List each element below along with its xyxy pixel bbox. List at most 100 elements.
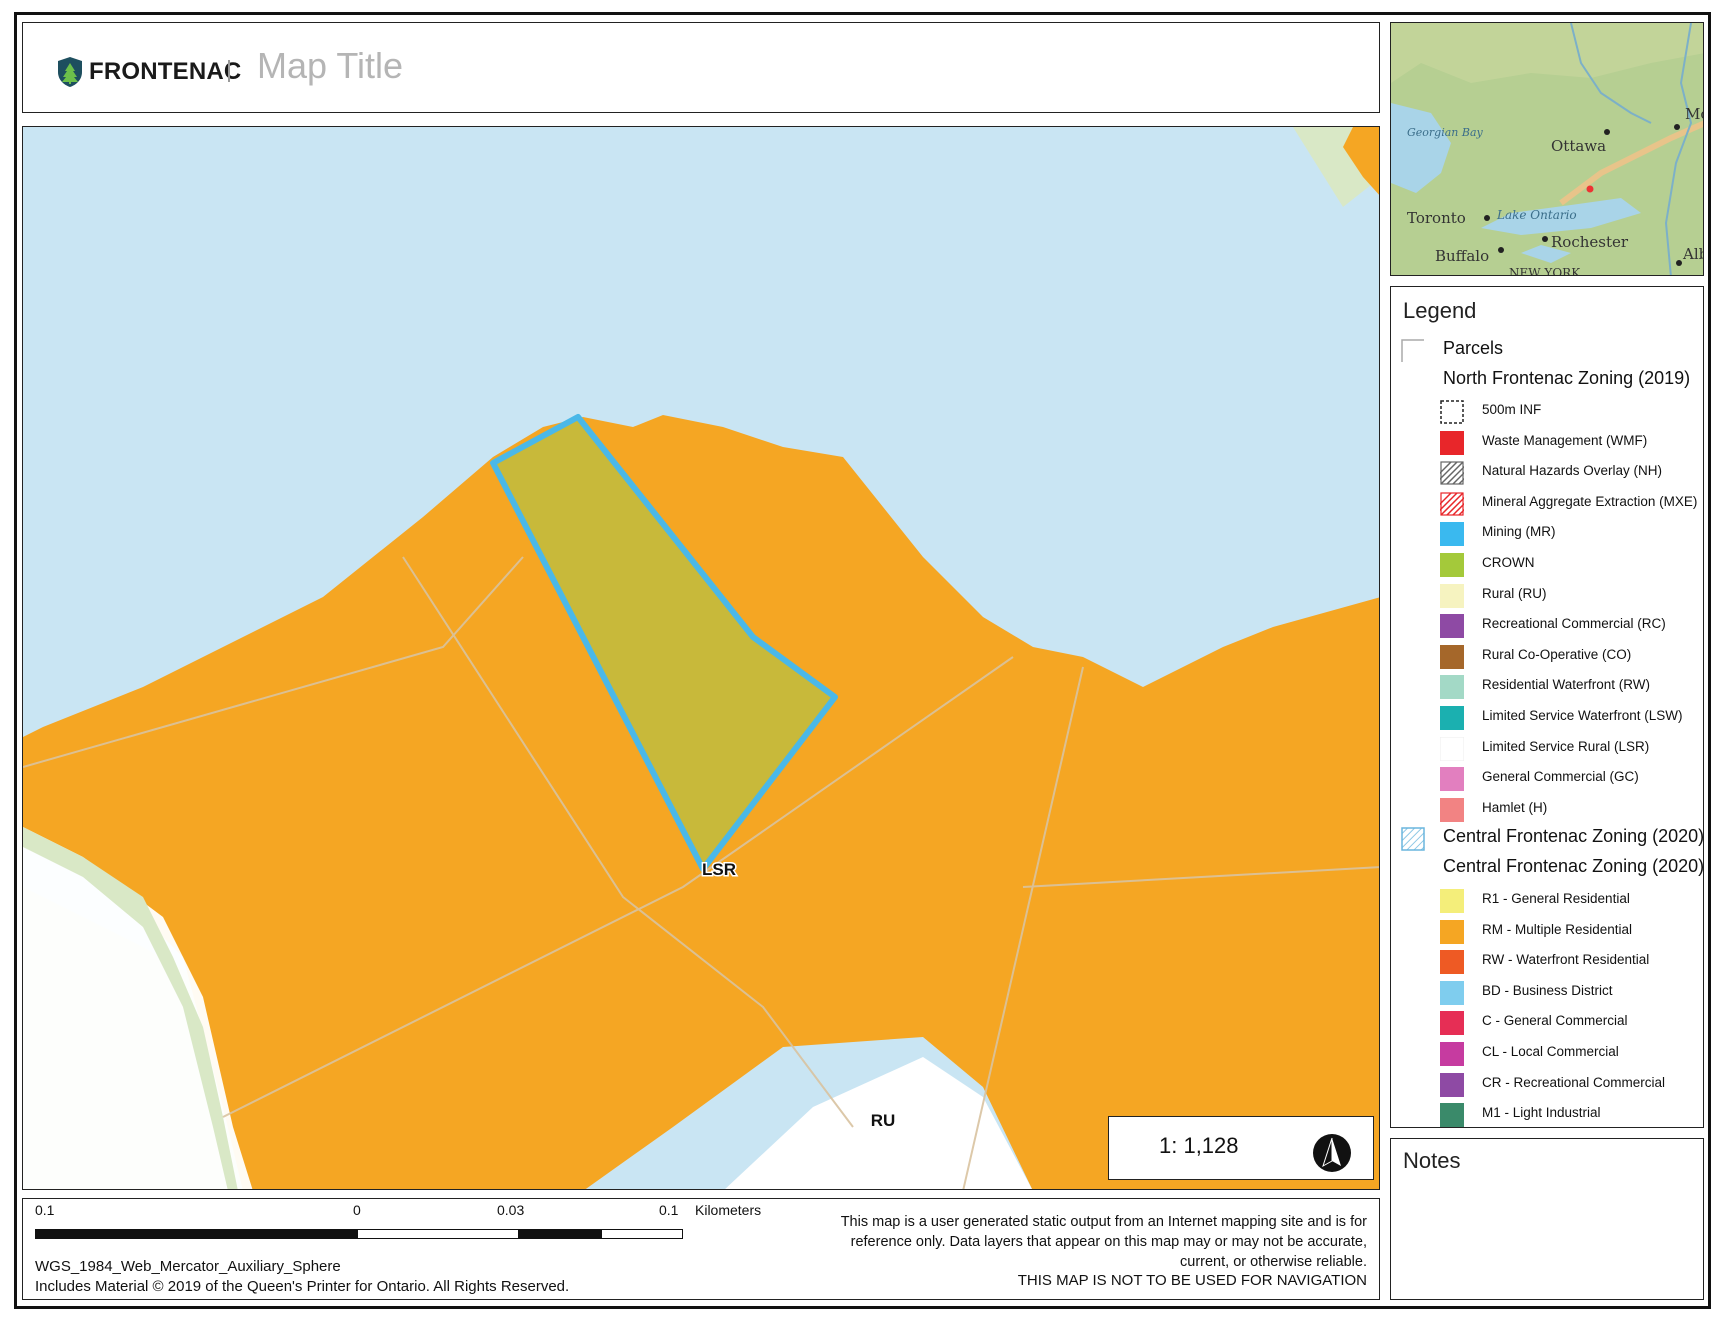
legend-swatch-icon bbox=[1440, 614, 1464, 639]
legend-swatch-icon bbox=[1440, 797, 1464, 822]
legend-swatch-icon bbox=[1440, 430, 1464, 455]
legend-item-label: 500m INF bbox=[1482, 402, 1542, 417]
legend-item[interactable]: M1 - Light Industrial bbox=[1391, 1101, 1703, 1127]
navigation-warning: THIS MAP IS NOT TO BE USED FOR NAVIGATIO… bbox=[1017, 1272, 1367, 1289]
overview-inset-map[interactable]: Georgian Bay Ottawa Toronto Lake Ontario… bbox=[1390, 22, 1704, 276]
legend-heading-label: North Frontenac Zoning (2019) bbox=[1443, 368, 1691, 388]
scale-ratio: 1: 1,128 bbox=[1159, 1133, 1239, 1158]
legend-item[interactable]: CR - Recreational Commercial bbox=[1391, 1071, 1703, 1099]
legend-item-label: RM - Multiple Residential bbox=[1482, 921, 1633, 937]
legend-item-parcels[interactable]: Parcels bbox=[1391, 337, 1703, 365]
inset-label-mo: Mo bbox=[1685, 105, 1704, 123]
legend-swatch-icon bbox=[1440, 736, 1464, 761]
legend-heading-label: Central Frontenac Zoning (2020) bbox=[1443, 856, 1704, 876]
legend-panel[interactable]: Legend Parcels North Frontenac Zoning (2… bbox=[1390, 286, 1704, 1128]
map-frame[interactable]: LSR RU bbox=[22, 126, 1380, 1190]
legend-item[interactable]: Recreational Commercial (RC) bbox=[1391, 612, 1703, 640]
legend-item-label: C - General Commercial bbox=[1482, 1013, 1628, 1029]
legend-item[interactable]: 500m INF bbox=[1391, 398, 1703, 426]
inset-label-ottawa: Ottawa bbox=[1551, 137, 1606, 155]
inset-label-lake-ontario: Lake Ontario bbox=[1496, 208, 1577, 222]
legend-item-label: Limited Service Waterfront (LSW) bbox=[1482, 708, 1683, 723]
brand-name: FRONTENAC bbox=[89, 58, 242, 85]
parcels-swatch-icon bbox=[1401, 339, 1424, 362]
brand: FRONTENAC bbox=[57, 56, 241, 88]
map-title[interactable]: Map Title bbox=[257, 45, 403, 87]
legend-item-label: General Commercial (GC) bbox=[1482, 769, 1639, 785]
legend-item[interactable]: Limited Service Waterfront (LSW) bbox=[1391, 704, 1703, 732]
scale-bar-units: Kilometers bbox=[695, 1202, 762, 1218]
notes-panel[interactable]: Notes bbox=[1390, 1138, 1704, 1300]
north-arrow-icon bbox=[1313, 1134, 1351, 1172]
legend-item-label: RW - Waterfront Residential bbox=[1482, 952, 1650, 968]
legend-item[interactable]: General Commercial (GC) bbox=[1391, 765, 1703, 793]
legend-swatch-icon bbox=[1440, 1042, 1464, 1066]
legend-item[interactable]: Hamlet (H) bbox=[1391, 796, 1703, 824]
legend-swatch-icon bbox=[1440, 1103, 1464, 1127]
legend-item-label: Hamlet (H) bbox=[1482, 799, 1548, 815]
legend-item-label: Limited Service Rural (LSR) bbox=[1482, 738, 1650, 754]
legend-item[interactable]: RM - Multiple Residential bbox=[1391, 918, 1703, 946]
legend-item-label: M1 - Light Industrial bbox=[1482, 1105, 1601, 1121]
legend-item-label: Rural (RU) bbox=[1482, 585, 1547, 601]
copyright-text: Includes Material © 2019 of the Queen's … bbox=[35, 1278, 570, 1295]
disclaimer-text: This map is a user generated static outp… bbox=[840, 1214, 1367, 1270]
legend-item[interactable]: CROWN bbox=[1391, 551, 1703, 579]
legend-swatch-icon bbox=[1440, 767, 1464, 792]
legend-item[interactable]: Rural Co-Operative (CO) bbox=[1391, 643, 1703, 671]
legend-item-label: Mineral Aggregate Extraction (MXE) bbox=[1482, 493, 1698, 509]
legend-item[interactable]: Waste Management (WMF) bbox=[1391, 429, 1703, 457]
zone-label-lsr: LSR bbox=[702, 860, 736, 879]
legend-swatch-icon bbox=[1440, 1011, 1464, 1036]
legend-item[interactable]: Rural (RU) bbox=[1391, 582, 1703, 610]
legend-title: Legend bbox=[1403, 298, 1477, 323]
legend-item[interactable]: Natural Hazards Overlay (NH) bbox=[1391, 459, 1703, 487]
hatch-swatch-icon bbox=[1401, 827, 1425, 851]
notes-title: Notes bbox=[1403, 1148, 1461, 1173]
legend-item[interactable]: Mining (MR) bbox=[1391, 520, 1703, 548]
legend-swatch-icon bbox=[1440, 461, 1464, 485]
legend-item[interactable]: C - General Commercial bbox=[1391, 1009, 1703, 1037]
legend-item[interactable]: RW - Waterfront Residential bbox=[1391, 948, 1703, 976]
inset-label-new-york: NEW YORK bbox=[1509, 266, 1581, 276]
footer-panel: 0.1 0 0.03 0.1 Kilometers WGS_1984_Web_M… bbox=[22, 1198, 1380, 1300]
legend-item-label: CL - Local Commercial bbox=[1482, 1044, 1619, 1059]
scale-bar-label-left: 0.1 bbox=[35, 1202, 55, 1218]
legend-heading-north: North Frontenac Zoning (2019) bbox=[1391, 367, 1703, 395]
legend-heading-label: Central Frontenac Zoning (2020) bbox=[1443, 826, 1704, 846]
inset-label-toronto: Toronto bbox=[1407, 209, 1466, 227]
title-separator bbox=[228, 60, 230, 82]
legend-swatch-icon bbox=[1440, 980, 1464, 1005]
legend-item-label: CR - Recreational Commercial bbox=[1482, 1074, 1666, 1090]
legend-item-label: Residential Waterfront (RW) bbox=[1482, 677, 1651, 693]
legend-swatch-icon bbox=[1440, 889, 1464, 913]
legend-item-label: Recreational Commercial (RC) bbox=[1482, 616, 1666, 632]
legend-item[interactable]: Residential Waterfront (RW) bbox=[1391, 673, 1703, 701]
scale-bar-label-zero: 0 bbox=[353, 1202, 361, 1218]
inset-label-alb: Alb bbox=[1682, 245, 1704, 263]
legend-item-label: CROWN bbox=[1482, 555, 1535, 570]
legend-swatch-icon bbox=[1440, 950, 1464, 975]
legend-heading-central-2: Central Frontenac Zoning (2020) bbox=[1391, 855, 1704, 883]
legend-item[interactable]: CL - Local Commercial bbox=[1391, 1040, 1703, 1068]
legend-item-label: R1 - General Residential bbox=[1482, 891, 1630, 906]
legend-item-label: BD - Business District bbox=[1482, 982, 1613, 998]
legend-swatch-icon bbox=[1440, 583, 1464, 608]
projection-text: WGS_1984_Web_Mercator_Auxiliary_Sphere bbox=[35, 1258, 341, 1275]
legend-item-label: Mining (MR) bbox=[1482, 524, 1556, 540]
legend-item[interactable]: R1 - General Residential bbox=[1391, 887, 1703, 915]
inset-label-buffalo: Buffalo bbox=[1435, 247, 1489, 265]
inset-label-georgian-bay: Georgian Bay bbox=[1407, 126, 1484, 139]
legend-item[interactable]: BD - Business District bbox=[1391, 979, 1703, 1007]
legend-heading-central-1[interactable]: Central Frontenac Zoning (2020) bbox=[1391, 825, 1704, 853]
map-canvas[interactable]: LSR RU bbox=[23, 127, 1380, 1190]
legend-swatch-icon bbox=[1440, 492, 1464, 516]
legend-swatch-icon bbox=[1440, 522, 1464, 547]
legend-swatch-icon bbox=[1440, 1072, 1464, 1097]
inset-label-rochester: Rochester bbox=[1551, 233, 1629, 251]
legend-item[interactable]: Mineral Aggregate Extraction (MXE) bbox=[1391, 490, 1703, 518]
legend-swatch-icon bbox=[1440, 553, 1464, 577]
legend-item[interactable]: Limited Service Rural (LSR) bbox=[1391, 735, 1703, 763]
legend-item-label: Natural Hazards Overlay (NH) bbox=[1482, 463, 1663, 479]
title-bar: FRONTENAC Map Title bbox=[22, 22, 1380, 113]
